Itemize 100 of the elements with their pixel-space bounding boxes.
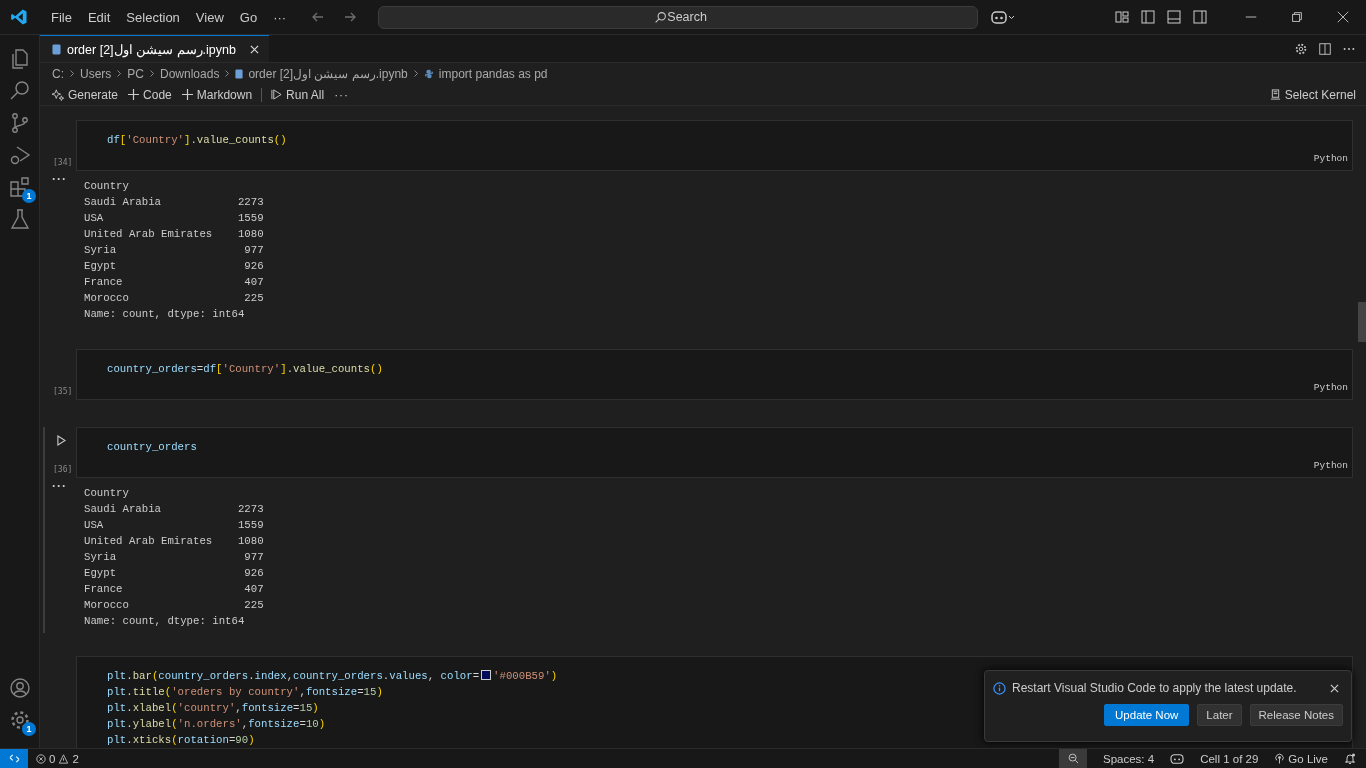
breadcrumb-item[interactable]: PC <box>127 66 144 81</box>
problems-button[interactable]: 0 2 <box>36 752 79 765</box>
chevron-icon <box>116 69 123 78</box>
toolbar-button[interactable]: Run All <box>267 85 329 104</box>
menu-item[interactable]: View <box>187 9 232 25</box>
bell-icon[interactable] <box>1344 752 1356 765</box>
flask-icon[interactable] <box>8 207 32 231</box>
code-line: plt.xlabel('country',fontsize=15) <box>107 701 319 716</box>
code-line: country_orders=df['Country'].value_counts() <box>107 362 383 377</box>
error-icon <box>36 753 46 764</box>
output-line: United Arab Emirates 1080 <box>84 227 264 242</box>
warning-icon <box>58 753 70 764</box>
go-live-button[interactable]: Go Live <box>1274 752 1328 765</box>
language-label[interactable]: Python <box>1313 151 1348 167</box>
secondary-sidebar-icon[interactable] <box>1192 9 1209 25</box>
notification-button[interactable]: Update Now <box>1104 704 1190 726</box>
editor-tab[interactable]: order [2]رسم سيشن اول.ipynb <box>40 35 269 62</box>
code-cell[interactable]: country_orders Python <box>76 427 1353 478</box>
execution-count: [36] <box>53 465 73 474</box>
notification-button[interactable]: Later <box>1197 704 1242 726</box>
code-line: plt.bar(country_orders.index,country_orders.values, color= '#000B59') <box>107 669 558 684</box>
notification-button[interactable]: Release Notes <box>1249 704 1343 726</box>
notification-message: Restart Visual Studio Code to apply the latest update. <box>1012 681 1297 695</box>
menu-item[interactable]: Go <box>231 9 266 25</box>
language-label[interactable]: Python <box>1313 458 1348 474</box>
output-line: Country <box>84 486 129 501</box>
code-line: plt.ylabel('n.orders',fontsize=10) <box>107 717 326 732</box>
code-line: df['Country'].value_counts() <box>107 133 287 148</box>
breadcrumb-item[interactable]: import pandas as pd <box>438 66 548 81</box>
color-swatch[interactable] <box>481 670 492 680</box>
output-line: France 407 <box>84 582 264 597</box>
output-menu-button[interactable]: ··· <box>52 172 67 186</box>
output-line: Saudi Arabia 2273 <box>84 195 264 210</box>
run-debug-icon[interactable] <box>8 143 32 167</box>
chevron-icon <box>69 69 75 78</box>
notebook-file-icon <box>52 43 61 55</box>
split-editor-icon[interactable] <box>1318 41 1332 56</box>
close-icon[interactable] <box>249 44 259 54</box>
plus-icon <box>128 89 140 100</box>
notification-badge: 1 <box>22 189 36 203</box>
toolbar-button[interactable]: Generate <box>48 85 123 104</box>
code-line: plt.xticks(rotation=90) <box>107 733 255 748</box>
chevron-icon <box>149 69 155 78</box>
code-line: country_orders <box>107 440 197 455</box>
account-icon[interactable] <box>8 676 32 700</box>
chevron-icon <box>412 69 419 78</box>
breadcrumb-item[interactable]: Downloads <box>160 66 220 81</box>
search-icon <box>654 10 668 24</box>
output-menu-button[interactable]: ··· <box>52 479 67 493</box>
remote-icon <box>8 753 20 764</box>
menu-item[interactable]: Edit <box>79 9 119 25</box>
python-icon <box>423 68 434 79</box>
scrollbar-thumb[interactable] <box>1358 302 1366 342</box>
menu-item[interactable]: File <box>43 9 80 25</box>
close-icon[interactable] <box>1330 683 1339 693</box>
cell-position-status[interactable]: Cell 1 of 29 <box>1200 752 1259 765</box>
select-kernel-button[interactable]: Select Kernel <box>1265 85 1360 104</box>
server-icon <box>1269 89 1281 100</box>
code-line: plt.title('oreders by country',fontsize=15) <box>107 685 383 700</box>
more-button[interactable]: ··· <box>330 85 354 104</box>
execution-count: [35] <box>53 387 73 396</box>
breadcrumb-item[interactable]: Users <box>80 66 112 81</box>
execution-count: [34] <box>53 158 73 167</box>
menu-item[interactable]: ··· <box>265 9 295 25</box>
output-line: Country <box>84 179 129 194</box>
close-icon[interactable] <box>1336 10 1350 24</box>
copilot-icon[interactable] <box>1170 752 1185 765</box>
language-label[interactable]: Python <box>1313 380 1348 396</box>
toolbar-button[interactable]: Markdown <box>177 85 257 104</box>
broadcast-icon <box>1274 753 1286 764</box>
code-cell[interactable]: df['Country'].value_counts() Python <box>76 120 1353 171</box>
menu-item[interactable]: Selection <box>118 9 188 25</box>
restore-icon[interactable] <box>1290 10 1304 24</box>
search-field[interactable]: Search <box>378 5 979 29</box>
layout-icon[interactable] <box>1114 9 1131 25</box>
output-line: Egypt 926 <box>84 566 264 581</box>
run-cell-icon[interactable] <box>57 435 66 446</box>
breadcrumb-item[interactable]: order [2]رسم سيشن اول.ipynb <box>248 66 408 81</box>
output-line: France 407 <box>84 275 264 290</box>
output-line: Saudi Arabia 2273 <box>84 502 264 517</box>
code-cell[interactable]: country_orders=df['Country'].value_counts() Python <box>76 349 1353 400</box>
zoom-out-icon <box>1067 753 1079 764</box>
zoom-button[interactable] <box>1059 749 1087 768</box>
remote-button[interactable] <box>0 749 28 768</box>
notebook-file-icon <box>235 68 244 79</box>
sidebar-toggle-icon[interactable] <box>1140 9 1157 25</box>
toolbar-button[interactable]: Code <box>124 85 176 104</box>
breadcrumb-item[interactable]: C: <box>52 66 64 81</box>
output-line: Syria 977 <box>84 243 264 258</box>
chevron-icon <box>224 69 231 78</box>
copilot-icon[interactable] <box>990 9 1017 25</box>
run-all-icon <box>271 89 283 100</box>
output-line: USA 1559 <box>84 518 264 533</box>
panel-toggle-icon[interactable] <box>1166 9 1183 25</box>
output-line: Morocco 225 <box>84 291 264 306</box>
output-line: Morocco 225 <box>84 598 264 613</box>
settings-icon[interactable] <box>1294 41 1308 56</box>
notification-badge: 1 <box>22 722 36 736</box>
output-line: USA 1559 <box>84 211 264 226</box>
indentation-status[interactable]: Spaces: 4 <box>1103 752 1155 765</box>
